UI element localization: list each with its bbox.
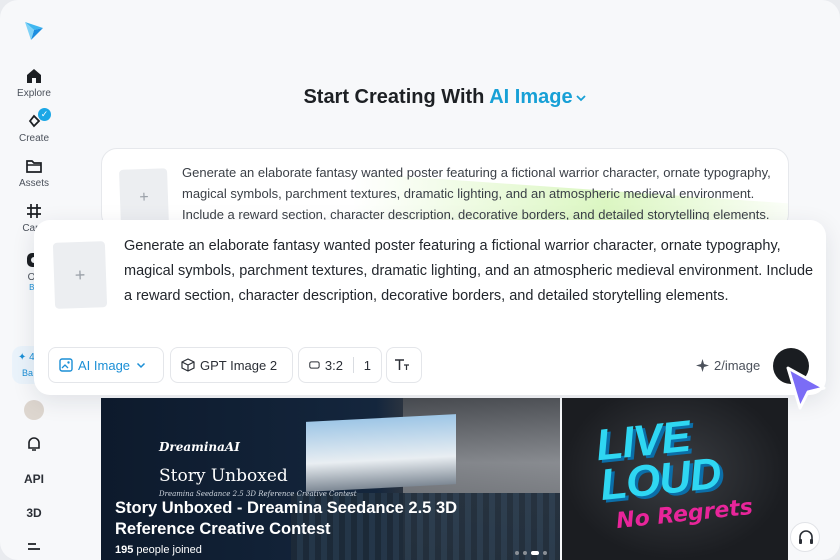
plan-label: Ba [22, 368, 34, 378]
banner-script-title: Story Unboxed [159, 466, 288, 486]
banner-title: Story Unboxed - Dreamina Seedance 2.5 3D… [115, 499, 458, 538]
prompt-card: + Generate an elaborate fantasy wanted p… [34, 220, 826, 395]
menu-icon [28, 543, 40, 550]
three-d-link[interactable]: 3D [0, 506, 68, 520]
prompt-input[interactable]: Generate an elaborate fantasy wanted pos… [124, 234, 814, 309]
model-selector[interactable]: GPT Image 2 [170, 347, 293, 383]
folder-icon [26, 160, 42, 173]
carousel-dots[interactable] [515, 551, 547, 555]
canvas-icon [27, 204, 41, 218]
brand-logo: DreaminaAI [159, 440, 240, 454]
api-link[interactable]: API [0, 472, 68, 486]
participants-number: 195 [115, 544, 134, 556]
menu-button[interactable] [0, 538, 68, 558]
check-badge-icon: ✓ [38, 108, 51, 121]
image-count: 1 [363, 357, 371, 373]
mode-dropdown[interactable]: AI Image [48, 347, 164, 383]
credit-cost: 2/image [696, 358, 760, 373]
mode-label: AI Image [78, 357, 131, 373]
bell-icon [28, 437, 40, 451]
sparkle-icon [696, 359, 709, 372]
app-window: Explore Create ✓ Assets Canv Oc Be ✦ 4 B… [0, 0, 840, 560]
notifications-button[interactable] [0, 434, 68, 454]
avatar[interactable] [24, 400, 44, 420]
banner-theater-screen [306, 414, 456, 492]
text-style-button[interactable] [386, 347, 422, 383]
page-title-prefix: Start Creating With [303, 86, 490, 108]
carousel-dot[interactable] [515, 551, 519, 555]
ratio-label: 3:2 [324, 357, 343, 373]
sidebar-item-label: Assets [18, 178, 49, 189]
ratio-icon [309, 361, 320, 369]
participants-label: people joined [133, 544, 202, 556]
participants-count: 195 people joined [115, 544, 202, 556]
text-icon [394, 359, 409, 370]
model-label: GPT Image 2 [200, 357, 278, 373]
sidebar-item-assets[interactable]: Assets [0, 156, 68, 189]
app-logo-icon[interactable] [22, 18, 46, 42]
cursor-pointer-icon [786, 366, 826, 410]
aspect-ratio-selector[interactable]: 3:2 1 [298, 347, 382, 383]
support-button[interactable] [790, 522, 820, 552]
prompt-card-background: + Generate an elaborate fantasy wanted p… [101, 148, 789, 230]
add-reference-image-button[interactable]: + [52, 241, 108, 309]
sidebar-item-label: Create [18, 133, 49, 144]
credit-cost-label: 2/image [714, 358, 761, 373]
artwork-text: LIVE LOUD [594, 412, 723, 510]
mode-selector-title[interactable]: AI Image [489, 86, 572, 108]
home-icon [27, 69, 41, 83]
contest-banner[interactable]: DreaminaAI Story Unboxed Dreamina Seedan… [101, 398, 560, 560]
featured-artwork-card[interactable]: LIVE LOUD No Regrets [562, 398, 788, 560]
page-title: Start Creating With AI Image [0, 86, 840, 109]
carousel-dot-active[interactable] [531, 551, 539, 555]
prompt-text-background: Generate an elaborate fantasy wanted pos… [182, 165, 771, 222]
carousel-dot[interactable] [523, 551, 527, 555]
sidebar-item-create[interactable]: Create [0, 111, 68, 144]
headset-icon [799, 530, 813, 544]
divider [352, 357, 354, 373]
chevron-down-icon [137, 362, 146, 369]
credits-count: ✦ 4 [18, 352, 35, 363]
image-icon [59, 358, 73, 372]
banner-subtitle: Dreamina Seedance 2.5 3D Reference Creat… [159, 490, 357, 498]
carousel-dot[interactable] [543, 551, 547, 555]
cube-icon [181, 358, 195, 372]
add-reference-image-icon: + [119, 168, 169, 228]
chevron-down-icon[interactable] [575, 92, 587, 104]
